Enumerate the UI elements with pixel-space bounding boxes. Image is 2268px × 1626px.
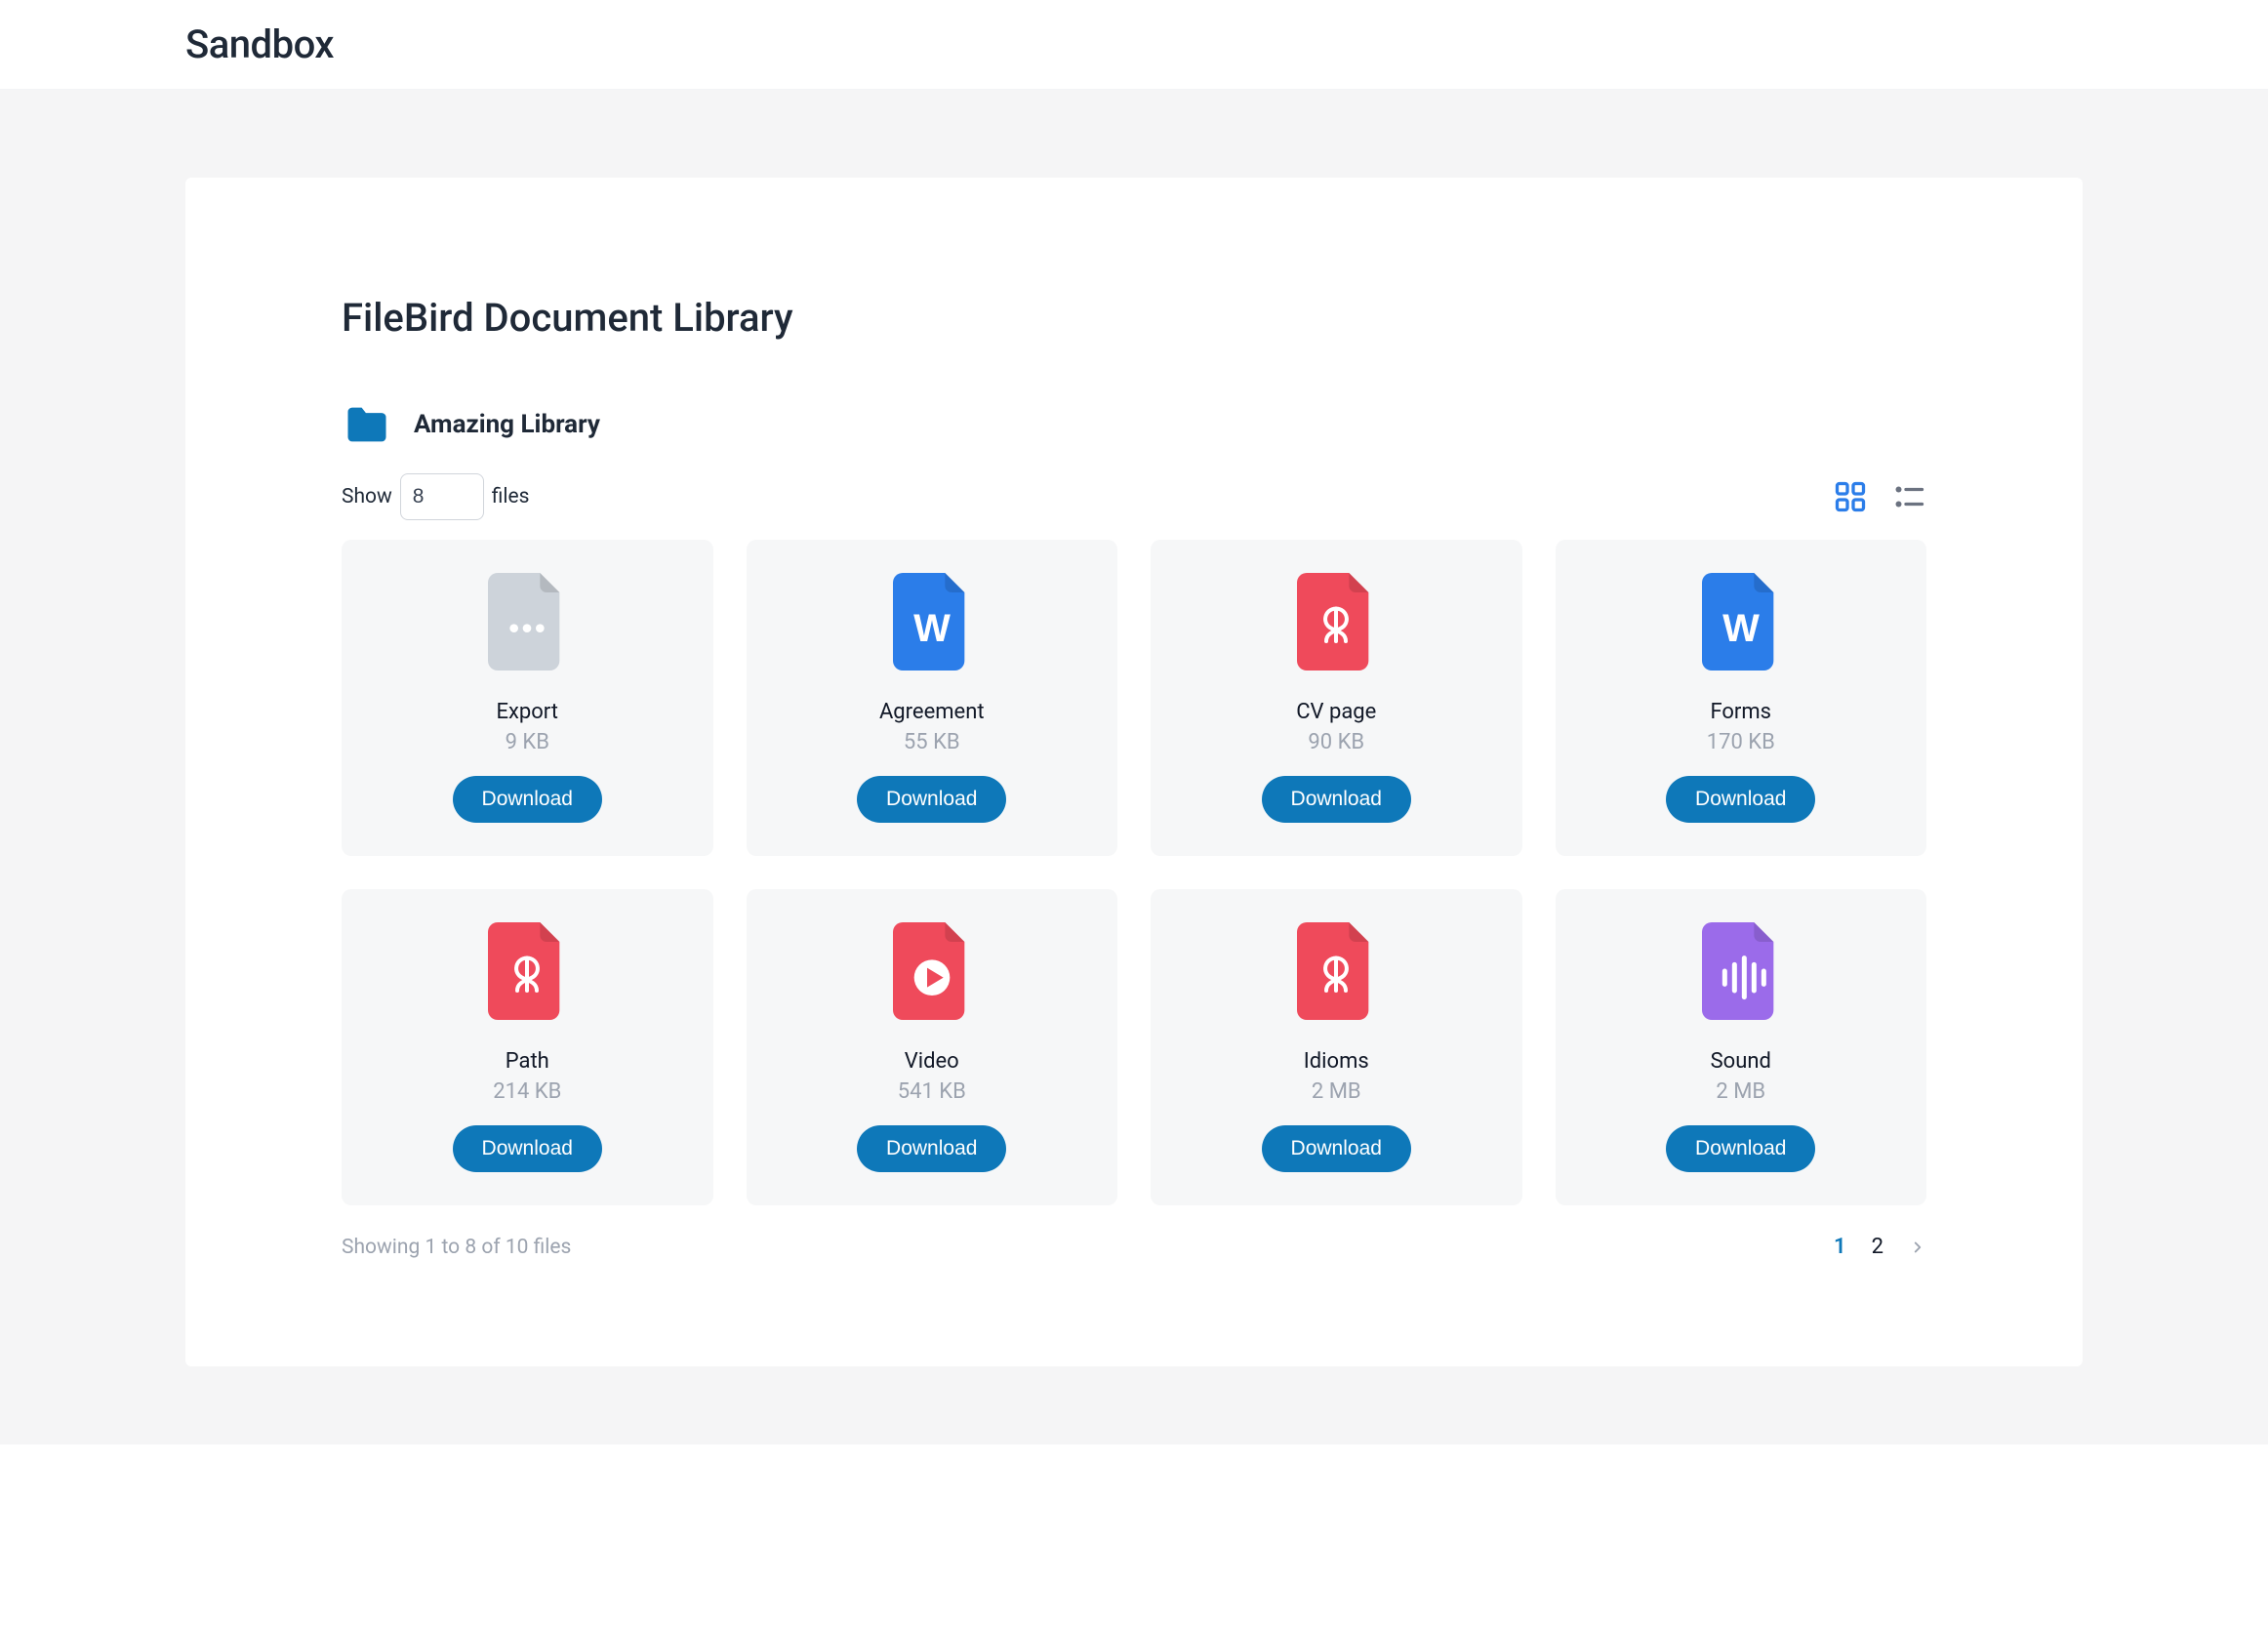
show-count-control: Show files: [342, 473, 530, 520]
file-tile: Sound 2 MB Download: [1556, 889, 1927, 1205]
svg-text:W: W: [913, 607, 951, 650]
file-size: 90 KB: [1308, 730, 1364, 754]
topbar: Sandbox: [0, 0, 2268, 90]
pdf-file-icon: [488, 922, 566, 1020]
file-size: 2 MB: [1716, 1079, 1765, 1104]
download-button[interactable]: Download: [1262, 776, 1411, 823]
file-size: 9 KB: [506, 730, 549, 754]
word-file-icon: W: [1702, 573, 1780, 671]
file-size: 170 KB: [1707, 730, 1775, 754]
brand-title: Sandbox: [185, 21, 2083, 67]
generic-file-icon: [488, 573, 566, 671]
file-grid: Export 9 KB Download W Agreement 55 KB D…: [342, 540, 1926, 1205]
show-label-pre: Show: [342, 485, 392, 508]
file-name: Agreement: [879, 700, 985, 724]
folder-icon: [342, 399, 392, 450]
file-tile: W Agreement 55 KB Download: [747, 540, 1118, 856]
download-button[interactable]: Download: [857, 1125, 1006, 1172]
showing-text: Showing 1 to 8 of 10 files: [342, 1236, 571, 1259]
audio-file-icon: [1702, 922, 1780, 1020]
view-toggle-group: [1833, 479, 1926, 514]
list-view-button[interactable]: [1891, 479, 1926, 514]
pdf-file-icon: [1297, 573, 1375, 671]
file-name: Path: [506, 1049, 549, 1074]
file-size: 2 MB: [1312, 1079, 1361, 1104]
download-button[interactable]: Download: [1666, 1125, 1815, 1172]
download-button[interactable]: Download: [857, 776, 1006, 823]
library-name: Amazing Library: [414, 410, 600, 439]
svg-text:W: W: [1722, 607, 1760, 650]
word-file-icon: W: [893, 573, 971, 671]
controls-row: Show files: [342, 473, 1926, 520]
file-name: Forms: [1710, 700, 1771, 724]
video-file-icon: [893, 922, 971, 1020]
file-tile: Path 214 KB Download: [342, 889, 713, 1205]
file-name: Video: [905, 1049, 959, 1074]
footer-row: Showing 1 to 8 of 10 files 12: [342, 1235, 1926, 1259]
file-size: 214 KB: [493, 1079, 561, 1104]
file-tile: Export 9 KB Download: [342, 540, 713, 856]
download-button[interactable]: Download: [1262, 1125, 1411, 1172]
library-header: Amazing Library: [342, 399, 1926, 450]
pagination: 12: [1834, 1235, 1926, 1259]
pdf-file-icon: [1297, 922, 1375, 1020]
show-count-input[interactable]: [400, 473, 484, 520]
grid-view-button[interactable]: [1833, 479, 1868, 514]
file-tile: CV page 90 KB Download: [1151, 540, 1522, 856]
page-link[interactable]: 2: [1872, 1235, 1883, 1259]
download-button[interactable]: Download: [453, 776, 602, 823]
page-background: FileBird Document Library Amazing Librar…: [0, 90, 2268, 1444]
file-tile: Idioms 2 MB Download: [1151, 889, 1522, 1205]
page-link[interactable]: 1: [1834, 1235, 1846, 1259]
file-name: Export: [496, 700, 558, 724]
file-size: 55 KB: [904, 730, 960, 754]
page-next-button[interactable]: [1909, 1239, 1926, 1256]
show-label-post: files: [492, 485, 530, 508]
file-tile: Video 541 KB Download: [747, 889, 1118, 1205]
content-card: FileBird Document Library Amazing Librar…: [185, 178, 2083, 1366]
download-button[interactable]: Download: [1666, 776, 1815, 823]
file-tile: W Forms 170 KB Download: [1556, 540, 1927, 856]
file-name: Sound: [1711, 1049, 1771, 1074]
page-title: FileBird Document Library: [342, 295, 1926, 341]
file-name: Idioms: [1304, 1049, 1369, 1074]
file-name: CV page: [1296, 700, 1376, 724]
file-size: 541 KB: [898, 1079, 966, 1104]
download-button[interactable]: Download: [453, 1125, 602, 1172]
